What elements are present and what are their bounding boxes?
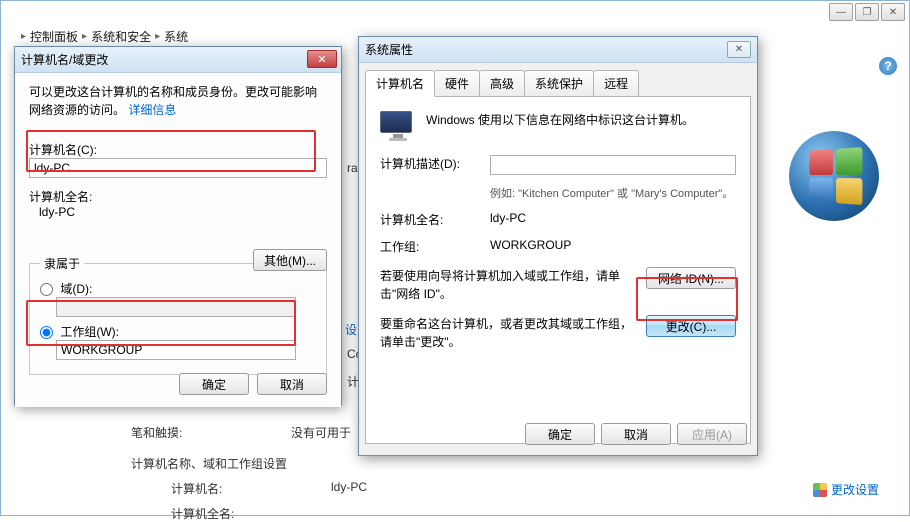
help-icon[interactable]: ? <box>879 57 897 75</box>
peek-text: ra <box>347 161 358 175</box>
dialog-title: 系统属性 <box>365 41 413 58</box>
network-id-button[interactable]: 网络 ID(N)... <box>646 267 736 289</box>
apply-button[interactable]: 应用(A) <box>677 423 747 445</box>
change-button[interactable]: 更改(C)... <box>646 315 736 337</box>
chevron-right-icon: ▸ <box>82 31 87 42</box>
system-properties-dialog: 系统属性 ✕ 计算机名 硬件 高级 系统保护 远程 Windows 使用以下信息… <box>358 36 758 456</box>
computer-name-change-dialog: 计算机名/域更改 ✕ 可以更改这台计算机的名称和成员身份。更改可能影响网络资源的… <box>14 46 342 406</box>
workgroup-value: WORKGROUP <box>490 238 736 252</box>
breadcrumb-seg[interactable]: 系统 <box>164 28 188 45</box>
breadcrumb-seg[interactable]: 控制面板 <box>30 28 78 45</box>
change-settings-link[interactable]: 更改设置 <box>813 481 879 498</box>
fullname-value: ldy-PC <box>39 205 327 219</box>
other-button[interactable]: 其他(M)... <box>253 249 327 271</box>
member-of-legend: 隶属于 <box>40 255 84 272</box>
intro-text: 可以更改这台计算机的名称和成员身份。更改可能影响网络资源的访问。 详细信息 <box>29 83 327 119</box>
computer-name-label: 计算机名(C): <box>29 141 327 158</box>
dialog-titlebar[interactable]: 计算机名/域更改 ✕ <box>15 47 341 73</box>
windows-logo <box>789 131 879 221</box>
tab-strip: 计算机名 硬件 高级 系统保护 远程 <box>359 63 757 96</box>
tab-hardware[interactable]: 硬件 <box>434 70 480 97</box>
domain-radio-label[interactable]: 域(D): <box>40 282 92 296</box>
fullname-label: 计算机全名: <box>29 188 327 205</box>
fullname-value: ldy-PC <box>490 211 736 225</box>
cancel-button[interactable]: 取消 <box>257 373 327 395</box>
workgroup-label: 工作组: <box>380 238 490 255</box>
workgroup-radio[interactable] <box>40 326 53 339</box>
intro-text: Windows 使用以下信息在网络中标识这台计算机。 <box>426 111 736 129</box>
description-label: 计算机描述(D): <box>380 155 490 172</box>
tab-computer-name[interactable]: 计算机名 <box>365 70 435 97</box>
dialog-title: 计算机名/域更改 <box>21 51 108 68</box>
chevron-right-icon: ▸ <box>21 31 26 42</box>
ok-button[interactable]: 确定 <box>179 373 249 395</box>
window-controls: — ❐ ✕ <box>829 3 905 21</box>
computer-fullname-label: 计算机全名: <box>171 505 331 522</box>
close-icon[interactable]: ✕ <box>307 50 337 68</box>
tab-system-protection[interactable]: 系统保护 <box>524 70 594 97</box>
tab-remote[interactable]: 远程 <box>593 70 639 97</box>
domain-input <box>56 297 296 317</box>
computer-name-input[interactable] <box>29 158 327 178</box>
workgroup-input[interactable] <box>56 340 296 360</box>
fullname-label: 计算机全名: <box>380 211 490 228</box>
domain-radio[interactable] <box>40 283 53 296</box>
ok-button[interactable]: 确定 <box>525 423 595 445</box>
section-heading: 计算机名称、域和工作组设置 <box>131 455 631 472</box>
tab-advanced[interactable]: 高级 <box>479 70 525 97</box>
maximize-button[interactable]: ❐ <box>855 3 879 21</box>
chevron-right-icon: ▸ <box>155 31 160 42</box>
dialog-titlebar[interactable]: 系统属性 ✕ <box>359 37 757 63</box>
network-id-text: 若要使用向导将计算机加入域或工作组，请单击"网络 ID"。 <box>380 267 638 303</box>
close-icon[interactable]: ✕ <box>727 41 751 58</box>
description-input[interactable] <box>490 155 736 175</box>
details-link[interactable]: 详细信息 <box>128 103 176 117</box>
change-settings-label: 更改设置 <box>831 481 879 498</box>
computer-icon <box>380 111 416 141</box>
pen-touch-label: 笔和触摸: <box>131 424 291 441</box>
shield-icon <box>813 483 827 497</box>
minimize-button[interactable]: — <box>829 3 853 21</box>
change-text: 要重命名这台计算机，或者更改其域或工作组，请单击"更改"。 <box>380 315 638 351</box>
computer-name-value: ldy-PC <box>331 480 367 497</box>
close-button[interactable]: ✕ <box>881 3 905 21</box>
workgroup-radio-label[interactable]: 工作组(W): <box>40 325 119 339</box>
cancel-button[interactable]: 取消 <box>601 423 671 445</box>
tab-body: Windows 使用以下信息在网络中标识这台计算机。 计算机描述(D): 例如:… <box>365 96 751 444</box>
computer-name-label: 计算机名: <box>171 480 331 497</box>
description-hint: 例如: "Kitchen Computer" 或 "Mary's Compute… <box>490 185 736 201</box>
pen-touch-value: 没有可用于 <box>291 424 351 441</box>
breadcrumb-seg[interactable]: 系统和安全 <box>91 28 151 45</box>
